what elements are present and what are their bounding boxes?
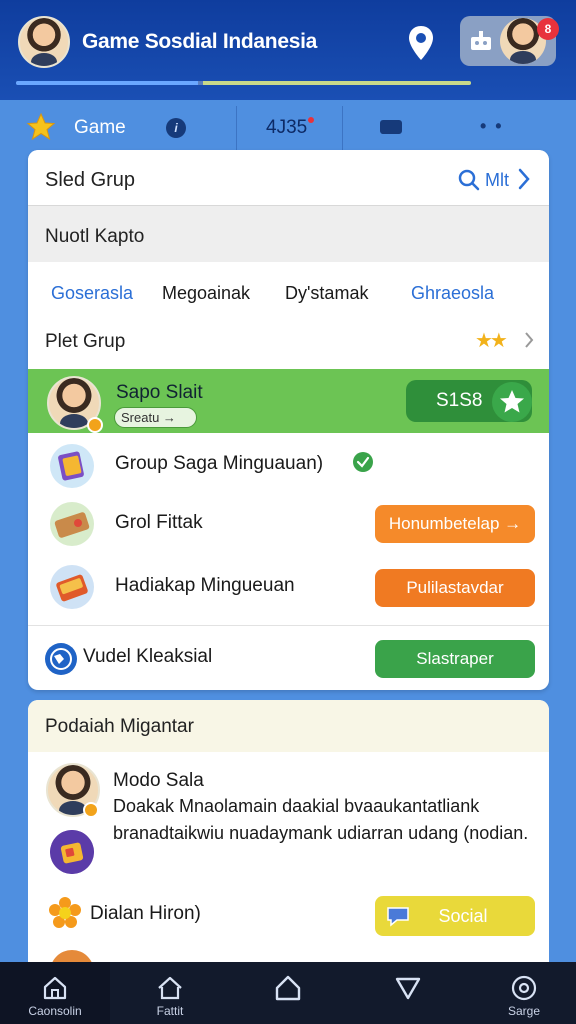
plet-title: Plet Grup <box>45 331 126 352</box>
header-progress-bar <box>16 81 471 85</box>
game-card-icon <box>50 444 94 488</box>
nav-down[interactable] <box>358 962 458 1024</box>
tab-divider <box>236 106 237 150</box>
member-name: Sapo Slait <box>116 382 203 403</box>
status-badge <box>83 802 99 818</box>
row-label[interactable]: Grol Fittak <box>115 512 203 534</box>
star-badge-icon <box>492 382 532 422</box>
user-avatar[interactable] <box>18 16 70 68</box>
tab-count[interactable]: 4J35 <box>266 117 315 139</box>
poster-name: Modo Sala <box>113 770 204 791</box>
group-card: Sled Grup Mlt Nuotl Kapto Goserasla Mego… <box>28 150 549 690</box>
activity-title: Podaiah Migantar <box>45 716 194 737</box>
nav-label: Sarge <box>507 1004 541 1018</box>
settings-icon <box>511 975 537 1001</box>
progress-fill-blue <box>16 81 198 85</box>
location-pin-icon[interactable] <box>406 24 436 62</box>
more-icon[interactable]: • • <box>480 116 504 137</box>
info-icon[interactable]: i <box>166 118 186 138</box>
category-tab[interactable]: Dy'stamak <box>285 283 368 304</box>
activity-label[interactable]: Dialan Hiron) <box>90 903 201 925</box>
nav-settings[interactable]: Sarge <box>474 962 574 1024</box>
nav-home-outline[interactable] <box>238 962 338 1024</box>
category-tab[interactable]: Ghraeosla <box>411 283 494 304</box>
action-button[interactable]: Pulilastavdar <box>375 569 535 607</box>
book-icon <box>50 565 94 609</box>
chevron-right-icon[interactable] <box>517 167 531 191</box>
nav-home[interactable]: Caonsolin <box>5 962 105 1024</box>
robot-icon <box>471 31 491 50</box>
rating-stars: ★★ <box>475 330 508 352</box>
chat-icon <box>387 907 409 927</box>
home-outline-icon <box>275 975 301 1001</box>
globe-icon <box>45 643 77 675</box>
ticket-icon <box>50 502 94 546</box>
app-title: Game Sosdial Indanesia <box>82 30 317 53</box>
gift-icon <box>50 830 94 874</box>
row-label[interactable]: Hadiakap Mingueuan <box>115 575 295 597</box>
search-icon[interactable] <box>458 169 480 191</box>
triangle-down-icon <box>395 977 421 1000</box>
house-icon <box>158 976 182 1000</box>
row-label[interactable]: Vudel Kleaksial <box>83 646 212 668</box>
row-label[interactable]: Group Saga Minguauan) <box>115 453 323 475</box>
activity-card: Podaiah Migantar Modo Sala Doakak Mnaola… <box>28 700 549 970</box>
category-tab[interactable]: Megoainak <box>162 283 250 304</box>
nav-fattit[interactable]: Fattit <box>120 962 220 1024</box>
status-badge <box>87 417 103 433</box>
count-dot <box>308 117 315 123</box>
progress-fill-yellow <box>202 81 471 85</box>
home-icon <box>43 976 67 1000</box>
search-more-label[interactable]: Mlt <box>485 170 509 191</box>
search-label: Sled Grup <box>45 169 136 191</box>
post-description: Doakak Mnaolamain daakial bvaaukantatlia… <box>113 796 529 843</box>
section-title: Nuotl Kapto <box>45 226 145 247</box>
flower-icon <box>49 897 81 928</box>
notification-badge: 8 <box>537 18 559 40</box>
category-tab[interactable]: Goserasla <box>51 283 133 304</box>
action-button[interactable]: Honumbetelap → <box>375 505 535 543</box>
nav-label: Fattit <box>156 1004 184 1018</box>
chevron-right-icon[interactable] <box>524 331 534 349</box>
nav-label: Caonsolin <box>28 1004 82 1018</box>
tab-count-value: 4J35 <box>266 117 308 138</box>
tab-game[interactable]: Game <box>74 117 126 139</box>
row-divider <box>28 625 549 626</box>
star-icon <box>26 112 56 141</box>
tab-divider <box>342 106 343 150</box>
check-circle-icon <box>353 452 373 472</box>
folder-icon[interactable] <box>380 120 402 134</box>
status-chip[interactable]: Sreatu → <box>114 407 197 428</box>
action-button[interactable]: Slastraper <box>375 640 535 678</box>
